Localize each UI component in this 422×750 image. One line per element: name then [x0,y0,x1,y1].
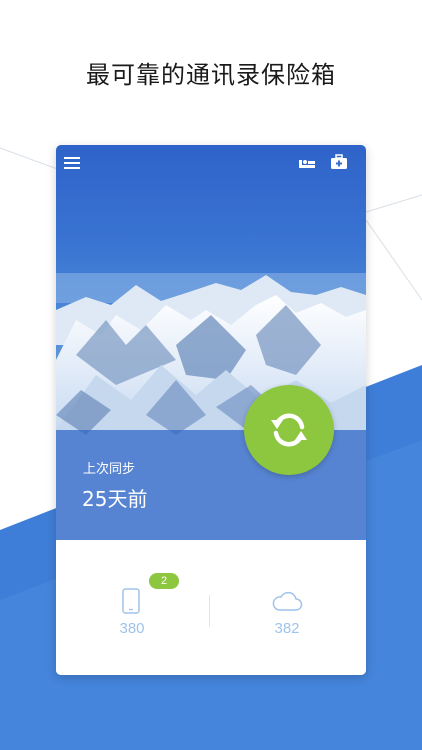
sync-button[interactable] [244,385,334,475]
hero-image: 上次同步 25天前 [56,145,366,540]
sync-icon [271,413,307,447]
last-sync-value: 25天前 [82,487,148,511]
last-sync-label: 上次同步 [83,462,136,477]
local-contacts-count[interactable]: 380 [102,620,162,637]
cloud-contacts-count[interactable]: 382 [257,620,317,637]
bed-icon[interactable] [297,152,317,172]
new-contacts-badge: 2 [149,573,179,589]
menu-icon[interactable] [63,153,83,173]
phone-icon[interactable] [122,588,140,614]
first-aid-kit-icon[interactable] [329,152,349,172]
cloud-icon[interactable] [271,590,303,612]
stats-divider [209,595,210,627]
contacts-stats: 2 380 382 [56,540,366,675]
app-card: 上次同步 25天前 2 380 382 [56,145,366,675]
page-headline: 最可靠的通讯录保险箱 [86,61,336,89]
